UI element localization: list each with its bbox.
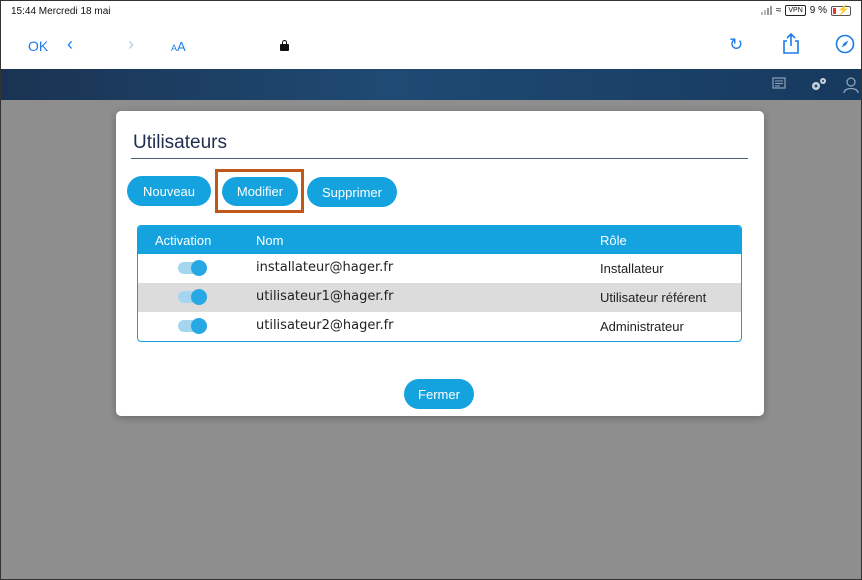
vpn-badge: VPN [785, 5, 806, 16]
reload-icon[interactable]: ↻ [729, 35, 743, 55]
app-nav-bar [1, 69, 861, 100]
user-email: installateur@hager.fr [256, 260, 394, 275]
delete-user-button[interactable]: Supprimer [307, 177, 397, 207]
table-row[interactable]: installateur@hager.fr Installateur [138, 254, 741, 283]
battery-charging-icon: ⚡ [831, 5, 851, 16]
browser-toolbar: OK ‹ › AA ↻ [1, 23, 861, 69]
status-bar: 15:44 Mercredi 18 mai ≈ VPN 9 % ⚡ [1, 1, 861, 23]
activation-toggle[interactable] [178, 289, 207, 305]
forward-icon[interactable]: › [128, 34, 134, 55]
cellular-signal-icon [760, 6, 772, 15]
ok-button[interactable]: OK [28, 38, 48, 54]
activation-toggle[interactable] [178, 260, 207, 276]
column-header-role: Rôle [600, 233, 627, 248]
user-email: utilisateur2@hager.fr [256, 318, 394, 333]
battery-percent: 9 % [809, 5, 827, 16]
column-header-name: Nom [256, 233, 284, 248]
compass-icon[interactable] [835, 34, 855, 58]
user-role: Utilisateur référent [600, 290, 707, 305]
table-row[interactable]: utilisateur2@hager.fr Administrateur [138, 312, 741, 341]
message-icon[interactable] [771, 76, 787, 95]
user-role: Installateur [600, 261, 664, 276]
lock-icon [280, 40, 289, 51]
dialog-title: Utilisateurs [133, 132, 227, 153]
settings-gears-icon[interactable] [809, 76, 829, 95]
activation-toggle[interactable] [178, 318, 207, 334]
user-icon[interactable] [842, 76, 860, 97]
share-icon[interactable] [782, 32, 800, 59]
new-user-button[interactable]: Nouveau [127, 176, 211, 206]
table-header: Activation Nom Rôle [138, 226, 741, 254]
edit-user-button[interactable]: Modifier [222, 177, 298, 206]
status-time-date: 15:44 Mercredi 18 mai [11, 6, 111, 17]
text-size-button[interactable]: AA [171, 39, 186, 54]
close-dialog-button[interactable]: Fermer [404, 379, 474, 409]
back-icon[interactable]: ‹ [67, 34, 73, 55]
wifi-icon: ≈ [775, 5, 782, 16]
table-row[interactable]: utilisateur1@hager.fr Utilisateur référe… [138, 283, 741, 312]
status-indicators: ≈ VPN 9 % ⚡ [760, 5, 851, 16]
users-dialog: Utilisateurs Nouveau Modifier Supprimer … [116, 111, 764, 416]
column-header-activation: Activation [155, 233, 212, 248]
title-divider [131, 158, 748, 159]
users-table: Activation Nom Rôle installateur@hager.f… [137, 225, 742, 342]
user-role: Administrateur [600, 319, 684, 334]
user-email: utilisateur1@hager.fr [256, 289, 394, 304]
